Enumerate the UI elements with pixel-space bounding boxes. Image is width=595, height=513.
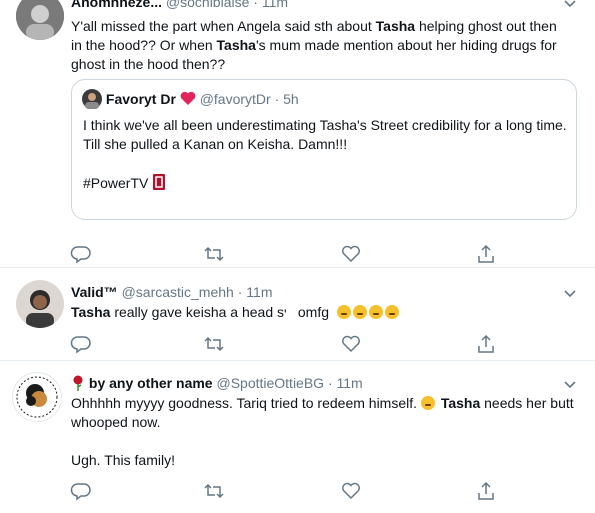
retweet-icon[interactable]: [203, 244, 225, 264]
display-name[interactable]: Anomhneze...: [71, 0, 162, 10]
weary-face-emoji-icon: [336, 304, 401, 320]
hashtag-line: #PowerTV: [83, 173, 569, 193]
quoted-text-line: Till she pulled a Kanan on Keisha. Damn!…: [83, 136, 348, 152]
reply-icon[interactable]: [70, 334, 92, 354]
tweet-text-part: omfg: [294, 304, 330, 320]
share-icon[interactable]: [475, 481, 497, 501]
tweet-highlight: Tasha: [440, 395, 481, 411]
tweet-text-part: really gave keisha a head s: [110, 304, 284, 320]
timestamp: · 5h: [274, 91, 299, 107]
display-name[interactable]: Valid™: [71, 284, 118, 300]
tweet-actions: [70, 481, 500, 501]
tweet-header: Valid™ @sarcastic_mehh · 11m: [71, 282, 272, 302]
reply-icon[interactable]: [70, 244, 92, 264]
emoji-overlap: ': [284, 306, 294, 322]
tweet-text-line: Ugh. This family!: [71, 452, 175, 468]
handle[interactable]: @SpottieOttieBG: [216, 375, 324, 391]
like-icon[interactable]: [340, 334, 362, 354]
avatar[interactable]: [16, 0, 64, 40]
tweet-highlight: Tasha: [71, 304, 111, 320]
avatar[interactable]: [12, 372, 62, 422]
tweet-highlight: Tasha: [375, 18, 416, 34]
tweet-text: Y'all missed the part when Angela said s…: [71, 17, 571, 74]
chevron-down-icon[interactable]: [563, 0, 577, 10]
tweet-header: by any other name @SpottieOttieBG · 11m: [71, 373, 363, 393]
avatar: [82, 89, 102, 109]
rose-emoji-icon: [73, 375, 83, 391]
quoted-text-line: I think we've all been underestimating T…: [83, 117, 567, 133]
handle: @favorytDr: [199, 91, 271, 107]
tweet-header: Anomhneze... @sochiblaise · 11m: [71, 0, 288, 12]
heart-emoji-icon: [180, 91, 196, 105]
tweet-2[interactable]: Valid™ @sarcastic_mehh · 11m Tasha reall…: [0, 268, 595, 361]
display-name: Favoryt Dr: [105, 91, 176, 107]
reply-icon[interactable]: [70, 481, 92, 501]
display-name[interactable]: by any other name: [89, 375, 213, 391]
avatar-illustration-icon: [16, 376, 58, 418]
handle[interactable]: @sarcastic_mehh: [122, 284, 234, 300]
hashtag[interactable]: #PowerTV: [83, 175, 148, 191]
handle[interactable]: @sochiblaise: [166, 0, 249, 10]
timestamp[interactable]: · 11m: [328, 375, 363, 391]
timestamp[interactable]: · 11m: [238, 284, 273, 300]
hand-over-mouth-emoji-icon: [420, 395, 437, 411]
timeline: Anomhneze... @sochiblaise · 11m Y'all mi…: [0, 0, 595, 513]
share-icon[interactable]: [475, 244, 497, 264]
tweet-3[interactable]: by any other name @SpottieOttieBG · 11m …: [0, 361, 595, 513]
tweet-text-part: Y'all missed the part when Angela said s…: [71, 18, 376, 34]
avatar-photo-icon: [16, 280, 64, 328]
avatar[interactable]: [16, 280, 64, 328]
tweet-text-part: Ohhhhh myyyy goodness. Tariq tried to re…: [71, 395, 421, 411]
chevron-down-icon[interactable]: [563, 286, 577, 300]
tweet-highlight: Tasha: [216, 37, 256, 53]
tweet-1[interactable]: Anomhneze... @sochiblaise · 11m Y'all mi…: [0, 0, 595, 268]
quoted-tweet-header: Favoryt Dr @favorytDr · 5h: [82, 89, 299, 109]
share-icon[interactable]: [475, 334, 497, 354]
retweet-icon[interactable]: [203, 334, 225, 354]
avatar-photo-icon: [16, 0, 64, 40]
power-tv-emoji-icon: [153, 174, 166, 190]
tweet-actions: [70, 334, 500, 354]
quoted-tweet-text: I think we've all been underestimating T…: [83, 116, 569, 193]
tweet-text: Ohhhhh myyyy goodness. Tariq tried to re…: [71, 394, 576, 470]
tweet-actions: [70, 244, 500, 264]
like-icon[interactable]: [340, 244, 362, 264]
quoted-tweet[interactable]: Favoryt Dr @favorytDr · 5h I think we've…: [71, 79, 577, 220]
chevron-down-icon[interactable]: [563, 377, 577, 391]
retweet-icon[interactable]: [203, 481, 225, 501]
tweet-text: Tasha really gave keisha a head s ' omfg: [71, 303, 401, 322]
like-icon[interactable]: [340, 481, 362, 501]
timestamp[interactable]: · 11m: [253, 0, 288, 10]
